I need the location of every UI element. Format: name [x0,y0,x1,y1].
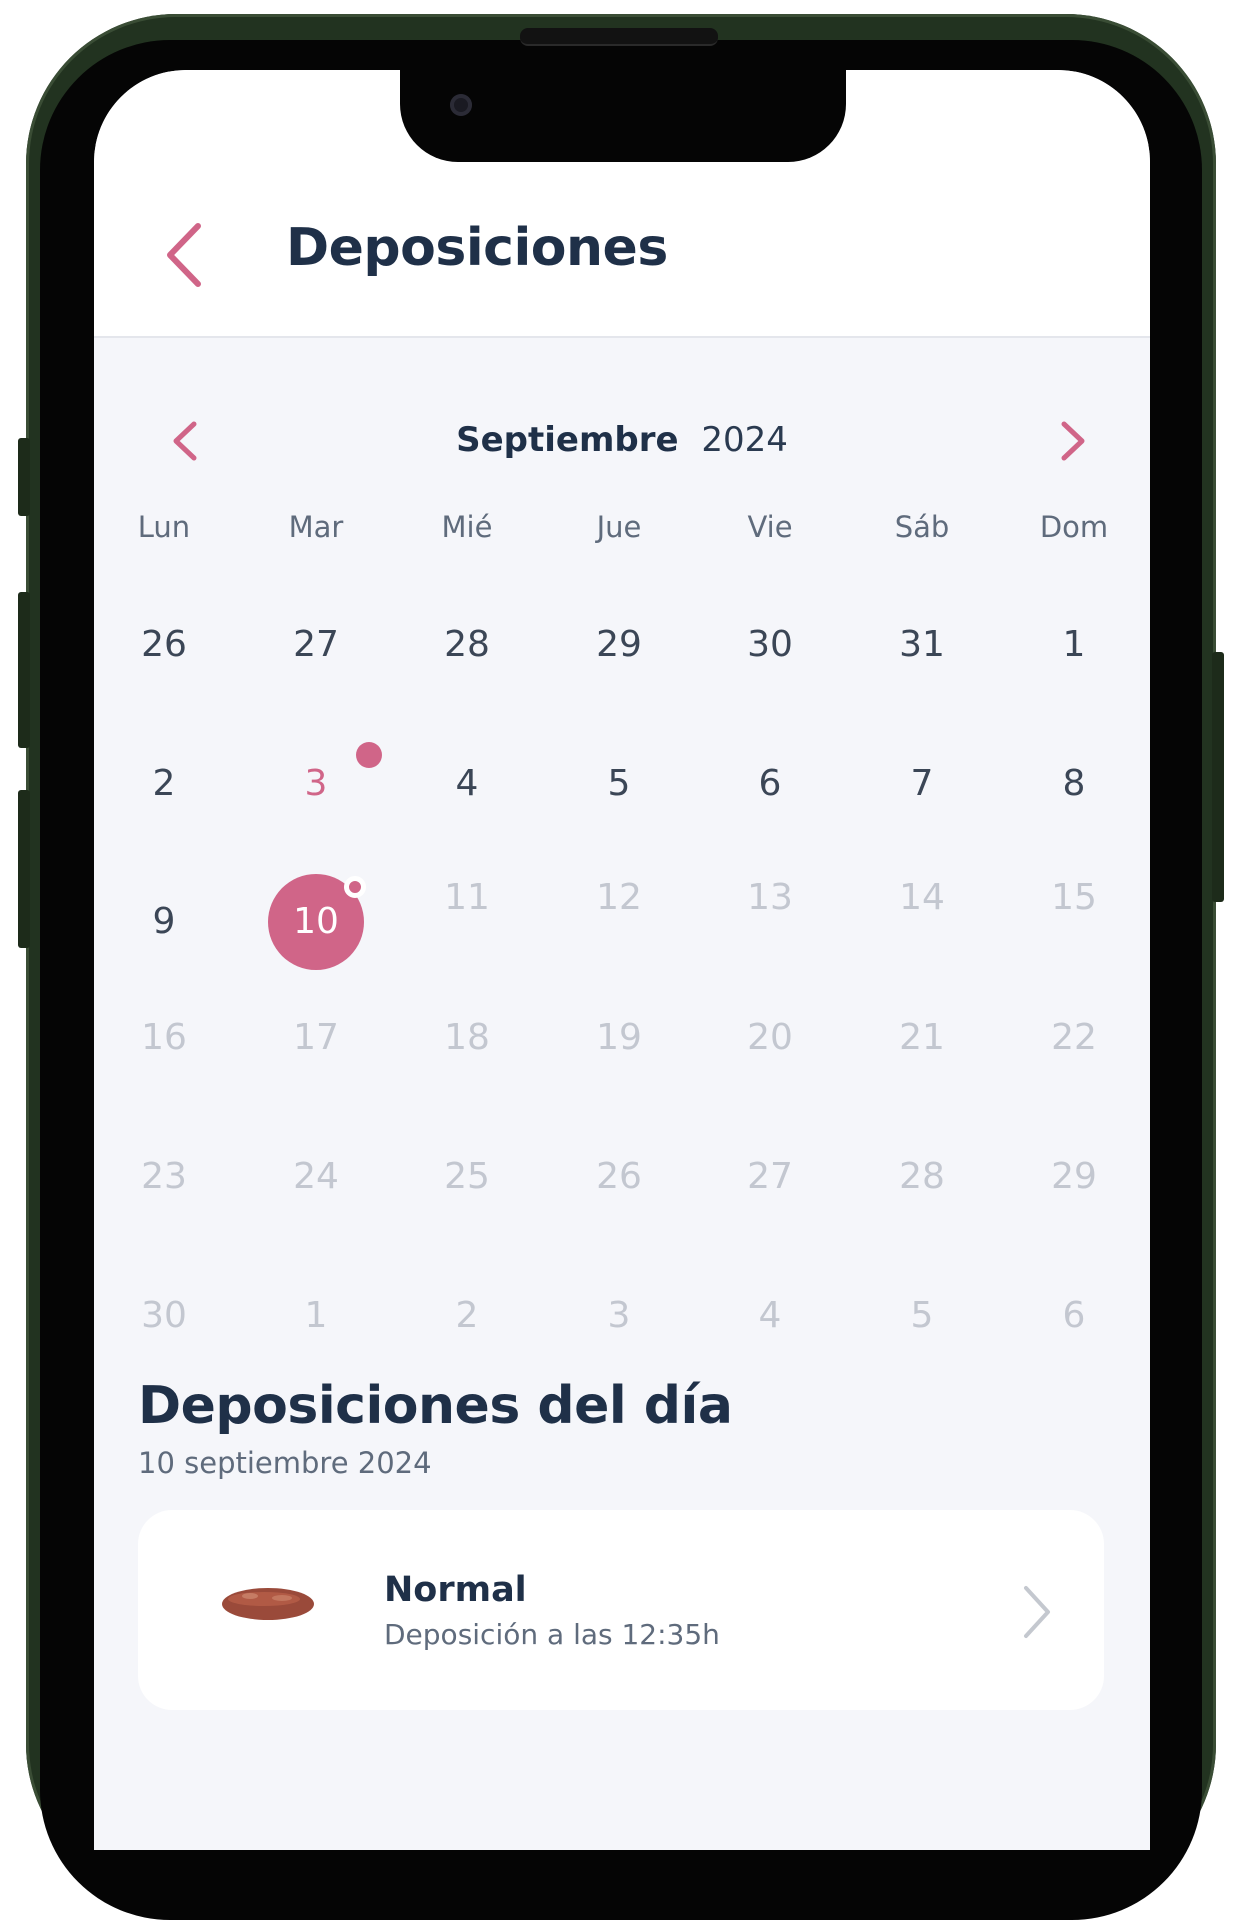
month-year-label: Septiembre 2024 [94,420,1150,460]
section-date: 10 septiembre 2024 [138,1446,432,1480]
calendar-day-future: 4 [758,1295,782,1336]
app-screen: Deposiciones Septiembre 2024 Lun Mar Mié… [94,70,1150,1850]
month-label: Septiembre [456,420,679,460]
calendar-day-future: 17 [293,1017,339,1058]
calendar-day-future: 21 [899,1017,945,1058]
year-label: 2024 [701,420,788,460]
weekday-label: Mar [288,510,344,544]
calendar-day-future: 3 [607,1295,631,1336]
stool-icon [222,1588,314,1620]
calendar-day-future: 1 [304,1295,328,1336]
calendar-day[interactable]: 29 [559,610,679,680]
month-navigation: Septiembre 2024 [94,390,1150,480]
calendar-day-future: 25 [444,1156,490,1197]
calendar-day-future: 19 [596,1017,642,1058]
calendar-day-future: 20 [747,1017,793,1058]
calendar-day-future: 22 [1051,1017,1097,1058]
weekday-label: Sáb [894,510,950,544]
weekday-label: Lun [137,510,191,544]
calendar-day-future: 11 [444,877,490,918]
calendar-day-future: 13 [747,877,793,918]
weekday-label: Vie [747,510,793,544]
calendar-day[interactable]: 28 [407,610,527,680]
calendar-day[interactable]: 7 [862,749,982,819]
weekday-header: Lun Mar Mié Jue Vie Sáb Dom [94,510,1150,560]
calendar-day-future: 30 [141,1295,187,1336]
calendar-day-future: 23 [141,1156,187,1197]
entry-type-label: Normal [384,1570,527,1610]
phone-volume-down-button [18,790,30,948]
calendar-day[interactable]: 4 [407,749,527,819]
calendar-day[interactable]: 27 [256,610,376,680]
calendar-day[interactable]: 8 [1014,749,1134,819]
phone-volume-up-button [18,592,30,748]
weekday-label: Jue [596,510,642,544]
calendar-day[interactable]: 26 [104,610,224,680]
weekday-label: Mié [441,510,493,544]
calendar-day-future: 26 [596,1156,642,1197]
calendar-day-future: 15 [1051,877,1097,918]
weekday-label: Dom [1039,510,1109,544]
phone-action-button [18,438,30,516]
entry-indicator-dot [344,876,366,898]
calendar-day[interactable]: 30 [710,610,830,680]
calendar-day-future: 18 [444,1017,490,1058]
calendar-day-future: 2 [455,1295,479,1336]
phone-notch [400,70,846,162]
phone-speaker [520,28,718,46]
calendar-day[interactable]: 5 [559,749,679,819]
calendar-day-future: 14 [899,877,945,918]
calendar-day-future: 16 [141,1017,187,1058]
calendar-day-future: 27 [747,1156,793,1197]
next-month-icon[interactable] [1054,418,1094,464]
calendar-day[interactable]: 9 [104,887,224,957]
entry-indicator-dot [356,742,382,768]
phone-power-button [1212,652,1224,902]
back-chevron-icon[interactable] [162,220,206,290]
calendar-day-future: 28 [899,1156,945,1197]
page-title: Deposiciones [286,218,668,278]
calendar-day-future: 12 [596,877,642,918]
entry-time-label: Deposición a las 12:35h [384,1618,720,1651]
deposition-entry-card[interactable]: Normal Deposición a las 12:35h [138,1510,1104,1710]
calendar-day-future: 5 [910,1295,934,1336]
front-camera [450,94,472,116]
calendar-day-future: 24 [293,1156,339,1197]
calendar-day[interactable]: 1 [1014,610,1134,680]
calendar-day-future: 6 [1062,1295,1086,1336]
calendar-day[interactable]: 2 [104,749,224,819]
calendar-day-future: 29 [1051,1156,1097,1197]
calendar-day[interactable]: 6 [710,749,830,819]
calendar-day[interactable]: 31 [862,610,982,680]
section-title: Deposiciones del día [138,1376,733,1436]
chevron-right-icon [1024,1586,1050,1638]
